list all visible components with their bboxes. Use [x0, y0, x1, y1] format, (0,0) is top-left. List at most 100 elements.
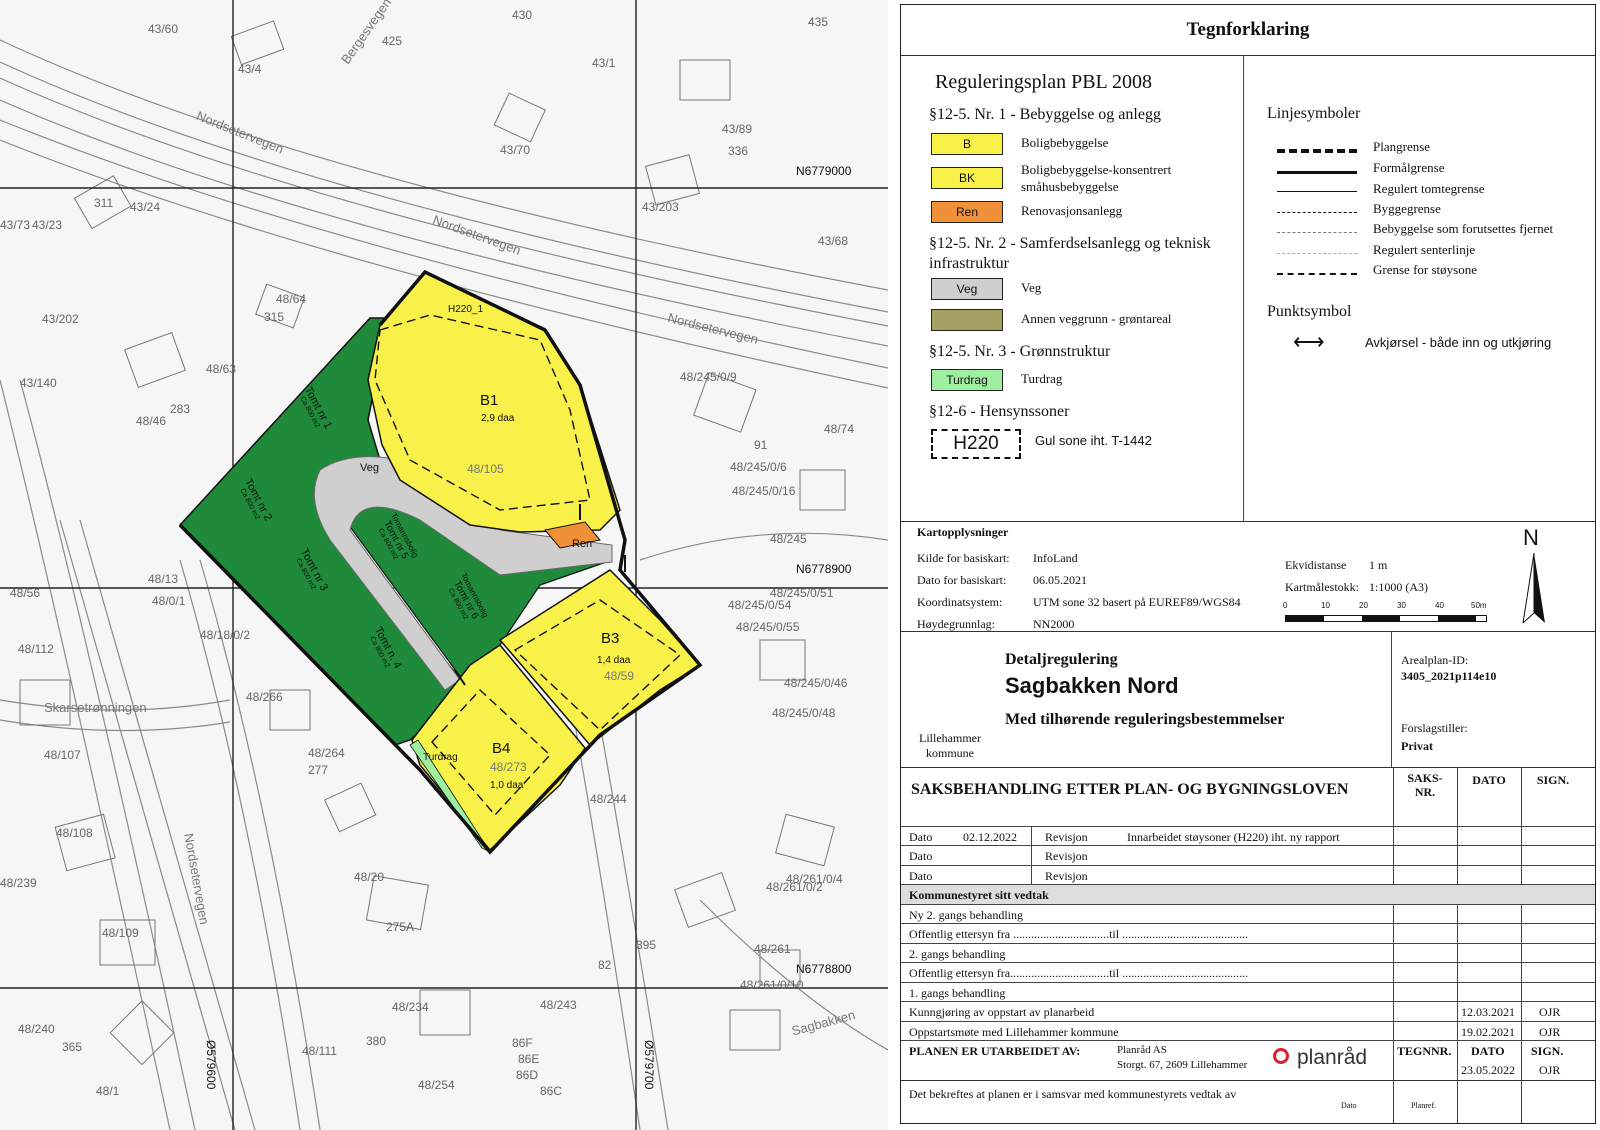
- section-2-heading: §12-5. Nr. 2 - Samferdselsanlegg og tekn…: [929, 235, 1211, 272]
- property-label: 48/266: [246, 690, 283, 704]
- property-label: 48/245/0/16: [732, 484, 796, 498]
- property-label: 43/203: [642, 200, 679, 214]
- col-sign: SIGN.: [1536, 773, 1570, 787]
- property-label: 48/254: [418, 1078, 455, 1092]
- property-label: 48/240: [18, 1022, 55, 1036]
- property-label: 43/24: [130, 200, 161, 214]
- plan-name: Sagbakken Nord: [1005, 673, 1179, 698]
- grid-label-e1: Ø579600: [204, 1040, 218, 1090]
- property-label: 395: [636, 938, 657, 952]
- property-label: 365: [62, 1040, 83, 1054]
- process-row: Kunngjøring av oppstart av planarbeid 12.…: [901, 1001, 1595, 1021]
- property-label: 82: [598, 958, 612, 972]
- property-label: 86C: [540, 1084, 563, 1098]
- grid-label-n2: N6778900: [796, 562, 852, 576]
- process-row: 1. gangs behandling: [901, 982, 1595, 1002]
- property-label: 48/243: [540, 998, 577, 1012]
- property-label: 48/245/0/48: [772, 706, 836, 720]
- legend-label-h220: Gul sone iht. T-1442: [1035, 433, 1152, 448]
- zone-b4-area: 1,0 daa: [490, 780, 524, 791]
- zone-ren-label: Ren: [572, 538, 593, 550]
- revision-row: Dato 02.12.2022 Revisjon Innarbeidet støyso…: [901, 826, 1595, 846]
- property-label: 48/245/0/9: [680, 370, 737, 384]
- property-label: 48/46: [136, 414, 167, 428]
- planrad-logo-icon: [1273, 1048, 1289, 1064]
- process-row: Offentlig ettersyn fra..................…: [901, 962, 1595, 982]
- zone-b3-area: 1,4 daa: [597, 655, 631, 666]
- property-label: 43/70: [500, 143, 531, 157]
- proposer-label: Forslagstiller:: [1401, 721, 1468, 735]
- point-symbol-heading: Punktsymbol: [1267, 303, 1352, 320]
- map-info-keys: Kilde for basiskart: Dato for basiskart: K…: [917, 551, 1010, 631]
- property-label: 275A: [386, 920, 415, 934]
- zone-b3-label: B3: [601, 630, 620, 647]
- property-label: 430: [512, 8, 533, 22]
- line-label-1: Formålgrense: [1373, 160, 1445, 175]
- zone-b1-parcel: 48/105: [467, 462, 504, 476]
- property-label: 311: [94, 196, 114, 210]
- property-label: 43/202: [42, 312, 79, 326]
- revision-row: Dato Revisjon: [901, 865, 1595, 885]
- property-label: 277: [308, 763, 329, 777]
- process-row: Offentlig ettersyn fra .................…: [901, 923, 1595, 943]
- property-label: 43/23: [32, 218, 63, 232]
- grid-label-n3: N6778800: [796, 962, 852, 976]
- plan-type: Detaljregulering: [1005, 651, 1118, 668]
- property-label: 48/234: [392, 1000, 429, 1014]
- line-label-2: Regulert tomtegrense: [1373, 181, 1485, 196]
- confirm-row: Det bekreftes at planen er i samsvar med…: [901, 1080, 1595, 1121]
- property-label: 48/20: [354, 870, 385, 884]
- line-senterlinje: [1277, 253, 1357, 255]
- property-label: 48/245/0/46: [784, 676, 848, 690]
- line-label-5: Regulert senterlinje: [1373, 242, 1476, 257]
- line-formalgrense: [1277, 171, 1357, 175]
- col-dato: DATO: [1472, 773, 1506, 787]
- property-label: 48/112: [18, 642, 54, 656]
- planrad-logo-text: planråd: [1297, 1046, 1368, 1069]
- property-label: 48/74: [824, 422, 855, 436]
- plan-heading: Reguleringsplan PBL 2008: [935, 71, 1153, 93]
- property-label: 315: [264, 310, 285, 324]
- property-label: 48/1: [96, 1084, 120, 1098]
- legend-label-gronntareal: Annen veggrunn - grøntareal: [1021, 311, 1172, 326]
- property-label: 91: [754, 438, 768, 452]
- property-label: 336: [728, 144, 749, 158]
- line-plangrense: [1277, 149, 1357, 154]
- property-label: 86F: [512, 1036, 533, 1050]
- property-label: 43/73: [0, 218, 31, 232]
- property-label: 43/89: [722, 122, 753, 136]
- property-label: 48/13: [148, 572, 179, 586]
- map-canvas: [0, 0, 888, 1130]
- swatch-turdrag: Turdrag: [931, 369, 1003, 391]
- ekvidistanse-label: Ekvidistanse: [1285, 558, 1347, 572]
- revision-row: Dato Revisjon: [901, 845, 1595, 865]
- legend-label-b: Boligbebyggelse: [1021, 135, 1109, 150]
- plan-id: 3405_2021p114e10: [1401, 669, 1497, 683]
- property-label: 48/245/0/55: [736, 620, 800, 634]
- section-4-heading: §12-6 - Hensynssoner: [929, 403, 1070, 420]
- line-byggegrense: [1277, 212, 1357, 214]
- property-label: 48/261: [754, 942, 791, 956]
- property-label: 43/140: [20, 376, 57, 390]
- scale-bar: [1285, 615, 1487, 622]
- property-label: 48/0/1: [152, 594, 186, 608]
- swatch-bk: BK: [931, 167, 1003, 189]
- property-label: 435: [808, 15, 829, 29]
- property-label: 48/261/0/10: [740, 978, 804, 992]
- property-label: 48/244: [590, 792, 627, 806]
- line-symbols-heading: Linjesymboler: [1267, 105, 1361, 122]
- zone-b1-area: 2,9 daa: [481, 413, 515, 424]
- property-label: 48/108: [56, 826, 93, 840]
- process-heading: SAKSBEHANDLING ETTER PLAN- OG BYGNINGSLO…: [911, 781, 1349, 798]
- zone-veg-label: Veg: [360, 462, 379, 474]
- zone-turdrag-label: Turdrag: [423, 752, 458, 763]
- property-label: 43/60: [148, 22, 179, 36]
- zone-b1-label: B1: [480, 392, 499, 409]
- legend-panel: Tegnforklaring Reguleringsplan PBL 2008 …: [900, 4, 1596, 1124]
- north-arrow-icon: [1522, 553, 1545, 623]
- line-fjernet: [1277, 232, 1357, 234]
- plan-map[interactable]: N6779000 N6778900 N6778800 Ø579600 Ø5797…: [0, 0, 888, 1130]
- council-row: Kommunestyret sitt vedtak: [901, 884, 1595, 904]
- property-label: 380: [366, 1034, 387, 1048]
- property-label: 48/245/0/54: [728, 598, 792, 612]
